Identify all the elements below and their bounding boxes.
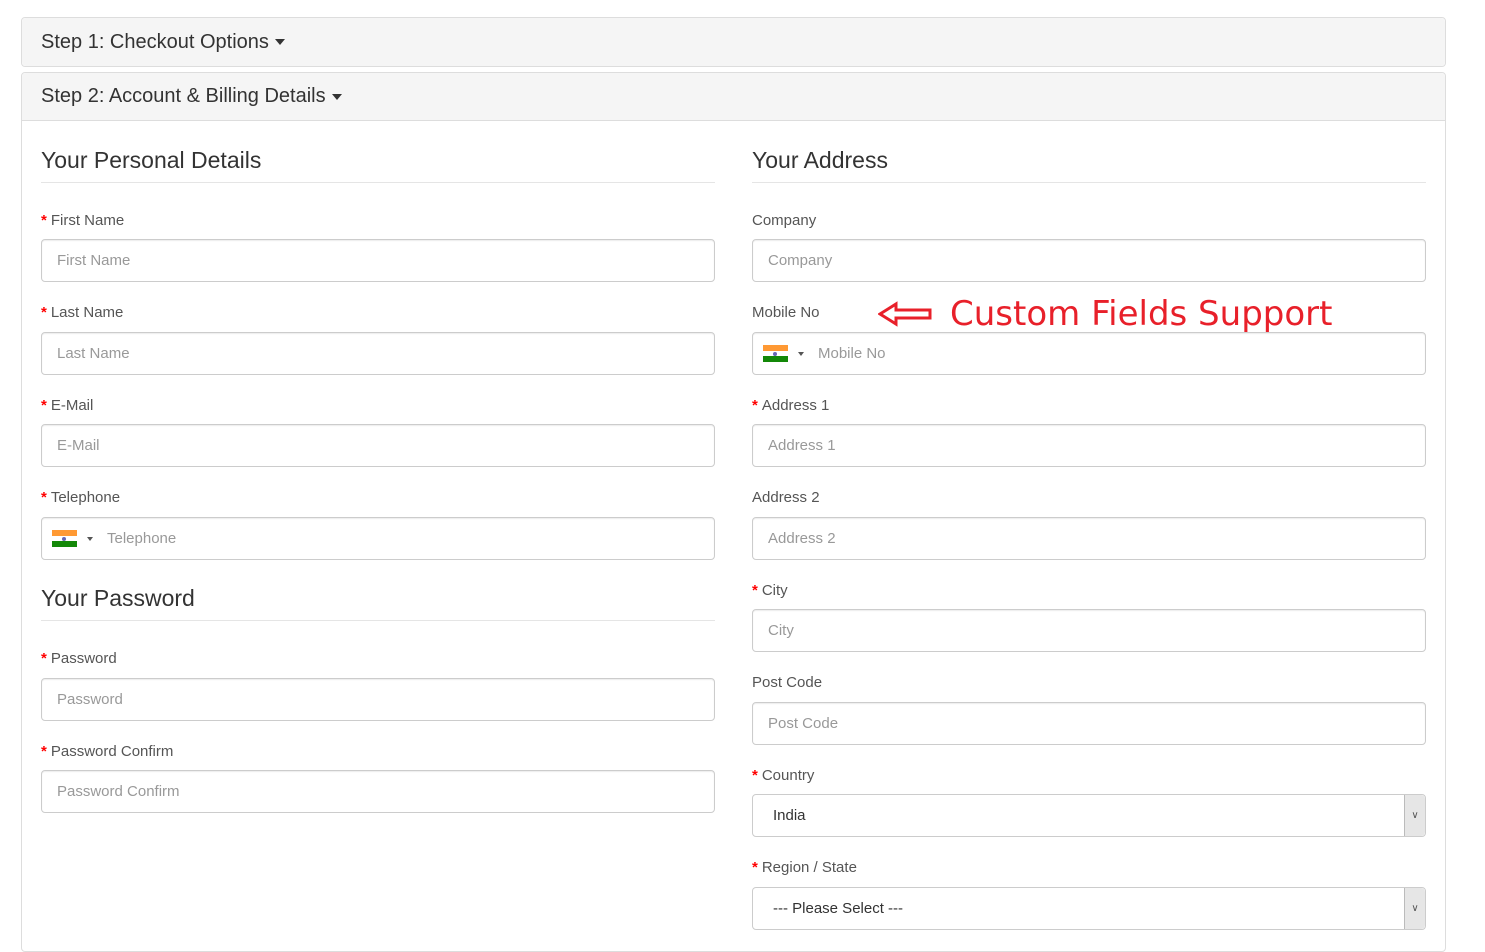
city-input[interactable]: City: [752, 609, 1426, 652]
address-2-placeholder: Address 2: [768, 530, 836, 547]
required-marker: *: [752, 767, 758, 784]
password-label: * Password: [41, 650, 117, 667]
telephone-placeholder: Telephone: [107, 530, 177, 547]
password-confirm-input[interactable]: Password Confirm: [41, 770, 715, 813]
country-selected-value: India: [773, 807, 806, 824]
required-marker: *: [41, 212, 47, 229]
email-label: * E-Mail: [41, 397, 94, 414]
left-arrow-icon: [878, 301, 932, 327]
password-confirm-label: * Password Confirm: [41, 743, 174, 760]
city-placeholder: City: [768, 622, 794, 639]
required-marker: *: [41, 743, 47, 760]
company-placeholder: Company: [768, 252, 833, 269]
india-flag-icon[interactable]: [763, 345, 788, 363]
address-1-placeholder: Address 1: [768, 437, 836, 454]
mobile-no-label: Mobile No: [752, 304, 820, 321]
region-state-label: * Region / State: [752, 859, 857, 876]
last-name-label: * Last Name: [41, 304, 124, 321]
checkout-options-toggle[interactable]: Step 1: Checkout Options: [22, 18, 1445, 66]
region-state-select[interactable]: --- Please Select --- ∨: [752, 887, 1426, 930]
address-2-input[interactable]: Address 2: [752, 517, 1426, 560]
company-input[interactable]: Company: [752, 239, 1426, 282]
chevron-down-icon[interactable]: ∨: [1404, 795, 1425, 836]
first-name-input[interactable]: First Name: [41, 239, 715, 282]
last-name-input[interactable]: Last Name: [41, 332, 715, 375]
required-marker: *: [752, 582, 758, 599]
password-heading: Your Password: [41, 585, 715, 621]
checkout-options-panel: Step 1: Checkout Options: [21, 17, 1446, 67]
country-label: * Country: [752, 767, 815, 784]
india-flag-icon[interactable]: [52, 530, 77, 548]
required-marker: *: [41, 650, 47, 667]
caret-down-icon: [331, 93, 342, 100]
account-billing-toggle[interactable]: Step 2: Account & Billing Details: [22, 73, 1445, 121]
address-heading: Your Address: [752, 147, 1426, 183]
address-2-label: Address 2: [752, 489, 820, 506]
country-dropdown-arrow-icon[interactable]: [87, 536, 93, 541]
post-code-placeholder: Post Code: [768, 715, 839, 732]
address-1-input[interactable]: Address 1: [752, 424, 1426, 467]
telephone-label: * Telephone: [41, 489, 121, 506]
last-name-placeholder: Last Name: [57, 345, 130, 362]
telephone-input[interactable]: Telephone: [41, 517, 715, 560]
mobile-no-placeholder: Mobile No: [818, 345, 886, 362]
chevron-down-icon[interactable]: ∨: [1404, 888, 1425, 929]
required-marker: *: [41, 489, 47, 506]
address-1-label: * Address 1: [752, 397, 830, 414]
mobile-no-input[interactable]: Mobile No: [752, 332, 1426, 375]
required-marker: *: [752, 397, 758, 414]
city-label: * City: [752, 582, 788, 599]
first-name-placeholder: First Name: [57, 252, 131, 269]
annotation-text: Custom Fields Support: [950, 294, 1333, 334]
password-placeholder: Password: [57, 691, 123, 708]
first-name-label: * First Name: [41, 212, 125, 229]
step-1-title: Step 1: Checkout Options: [41, 30, 269, 53]
password-confirm-placeholder: Password Confirm: [57, 783, 180, 800]
personal-details-heading: Your Personal Details: [41, 147, 715, 183]
required-marker: *: [41, 304, 47, 321]
password-input[interactable]: Password: [41, 678, 715, 721]
email-input[interactable]: E-Mail: [41, 424, 715, 467]
post-code-label: Post Code: [752, 674, 823, 691]
post-code-input[interactable]: Post Code: [752, 702, 1426, 745]
caret-down-icon: [274, 39, 285, 45]
email-placeholder: E-Mail: [57, 437, 100, 454]
region-selected-value: --- Please Select ---: [773, 900, 904, 917]
required-marker: *: [752, 859, 758, 876]
required-marker: *: [41, 397, 47, 414]
company-label: Company: [752, 212, 817, 229]
country-dropdown-arrow-icon[interactable]: [798, 351, 804, 356]
step-2-title: Step 2: Account & Billing Details: [41, 85, 326, 107]
custom-fields-annotation: Custom Fields Support: [878, 294, 1332, 334]
country-select[interactable]: India ∨: [752, 794, 1426, 837]
